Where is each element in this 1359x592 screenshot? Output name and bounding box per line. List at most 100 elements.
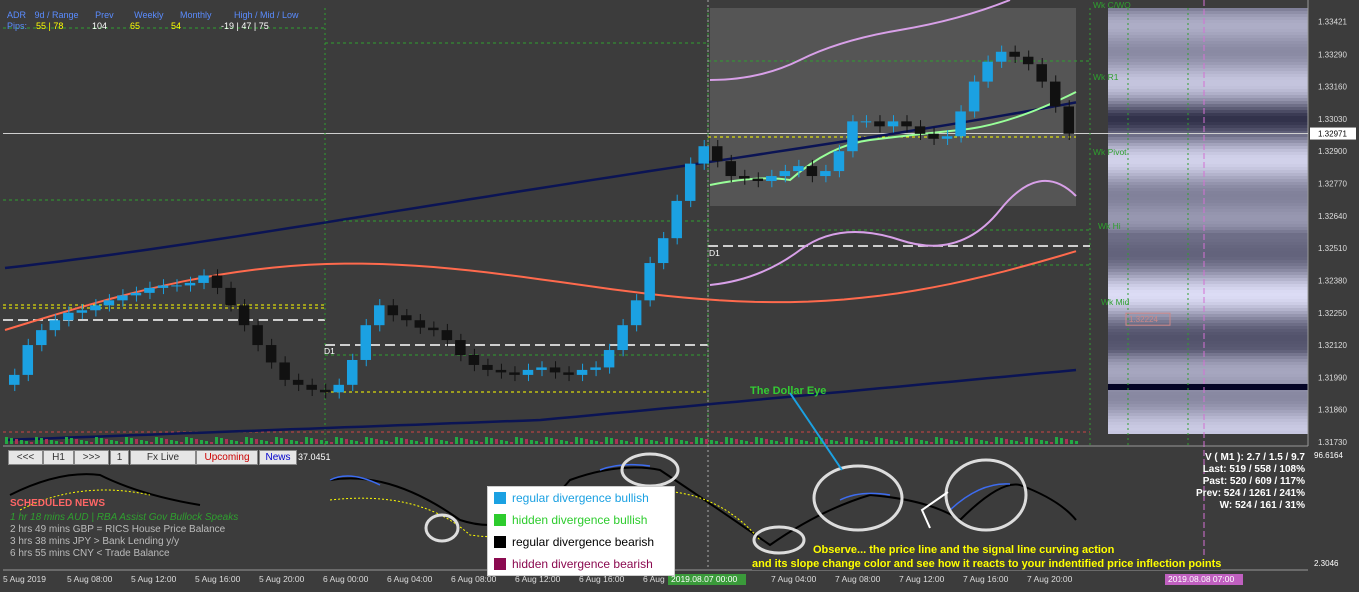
volume-bar — [165, 439, 168, 444]
profile-band — [1108, 176, 1308, 179]
stat-w: W: 524 / 161 / 31% — [1219, 500, 1305, 511]
profile-band — [1108, 203, 1308, 206]
volume-bar — [315, 439, 318, 444]
volume-bar — [840, 442, 843, 444]
volume-bar — [365, 437, 368, 444]
volume-bar — [925, 441, 928, 444]
prev-button[interactable]: <<< — [8, 450, 43, 465]
volume-bar — [615, 439, 618, 444]
volume-bar — [265, 441, 268, 444]
volume-bar — [645, 439, 648, 444]
volume-bar — [770, 440, 773, 444]
profile-band — [1108, 143, 1308, 146]
volume-bar — [1040, 440, 1043, 444]
profile-band — [1108, 137, 1308, 140]
candle-body — [644, 263, 655, 301]
volume-bar — [1055, 437, 1058, 444]
profile-band — [1108, 384, 1308, 390]
volume-bar — [625, 441, 628, 444]
volume-bar — [815, 437, 818, 444]
volume-bar — [985, 441, 988, 444]
volume-bar — [1065, 439, 1068, 444]
candle-body — [590, 367, 601, 370]
profile-band — [1108, 95, 1308, 98]
volume-bar — [690, 442, 693, 444]
volume-bar — [275, 437, 278, 444]
profile-band — [1108, 254, 1308, 257]
volume-bar — [790, 438, 793, 444]
candle-body — [766, 176, 777, 182]
news-item: 1 hr 18 mins AUD | RBA Assist Gov Bulloc… — [10, 512, 239, 523]
volume-bar — [285, 439, 288, 444]
header-pips-label: Pips: — [7, 21, 28, 31]
volume-bar — [810, 442, 813, 444]
volume-bar — [1010, 440, 1013, 444]
profile-band — [1108, 200, 1308, 203]
volume-bar — [280, 438, 283, 444]
profile-band — [1108, 353, 1308, 356]
upcoming-button[interactable]: Upcoming — [196, 450, 258, 465]
profile-band — [1108, 236, 1308, 239]
volume-bar — [905, 437, 908, 444]
profile-band — [1108, 230, 1308, 233]
scheduled-news-panel: SCHEDULED NEWS 1 hr 18 mins AUD | RBA As… — [10, 498, 238, 560]
volume-bar — [660, 442, 663, 444]
header-label-range: 9d / Range — [34, 10, 79, 20]
profile-band — [1108, 293, 1308, 296]
profile-band — [1108, 113, 1308, 116]
fx-live-button[interactable]: Fx Live — [130, 450, 196, 465]
next-button[interactable]: >>> — [74, 450, 109, 465]
candle-body — [536, 367, 547, 370]
candle-body — [360, 325, 372, 360]
volume-bar — [865, 441, 868, 444]
level-label: D1 — [709, 248, 720, 258]
volume-bar — [75, 439, 78, 444]
volume-bar — [140, 440, 143, 444]
profile-band — [1108, 269, 1308, 272]
count-button[interactable]: 1 — [110, 450, 129, 465]
header-label-hml: High / Mid / Low — [234, 10, 299, 20]
volume-bar — [795, 439, 798, 444]
header-value-prev: 104 — [92, 21, 108, 31]
volume-bar — [80, 440, 83, 444]
news-button[interactable]: News — [259, 450, 297, 465]
candle-body — [225, 287, 236, 306]
volume-bar — [205, 441, 208, 444]
timeframe-button[interactable]: H1 — [43, 450, 74, 465]
profile-band — [1108, 260, 1308, 263]
profile-band — [1108, 26, 1308, 29]
header-label-monthly: Monthly — [179, 10, 212, 20]
candle-body — [698, 146, 709, 164]
profile-band — [1108, 92, 1308, 95]
candle-body — [779, 171, 791, 177]
profile-band — [1108, 8, 1308, 11]
volume-bar — [100, 438, 103, 444]
volume-bar — [235, 441, 238, 444]
stat-v: V ( M1 ): 2.7 / 1.5 / 9.7 — [1204, 452, 1305, 463]
candle-body — [468, 355, 480, 365]
profile-band — [1108, 164, 1308, 167]
volume-bar — [425, 437, 428, 444]
candle-body — [414, 320, 426, 328]
profile-band — [1108, 245, 1308, 248]
candle-body — [130, 292, 142, 296]
volume-bar — [440, 440, 443, 444]
volume-bar — [225, 439, 228, 444]
candle-body — [1009, 51, 1020, 57]
profile-band — [1108, 86, 1308, 89]
volume-bar — [400, 438, 403, 444]
volume-bar — [515, 437, 518, 444]
candle-body — [9, 374, 20, 385]
volume-bar — [525, 439, 528, 444]
volume-bar — [965, 437, 968, 444]
volume-bar — [135, 439, 138, 444]
volume-profile — [1108, 8, 1308, 434]
time-highlight-label: 2019.08.07 00:00 — [671, 574, 737, 584]
profile-band — [1108, 173, 1308, 176]
price-tick-label: 1.32900 — [1318, 147, 1347, 156]
zoom-box — [710, 8, 1076, 206]
profile-band — [1108, 29, 1308, 32]
profile-band — [1108, 38, 1308, 41]
price-tick-label: 1.33290 — [1318, 50, 1347, 59]
profile-band — [1108, 215, 1308, 218]
